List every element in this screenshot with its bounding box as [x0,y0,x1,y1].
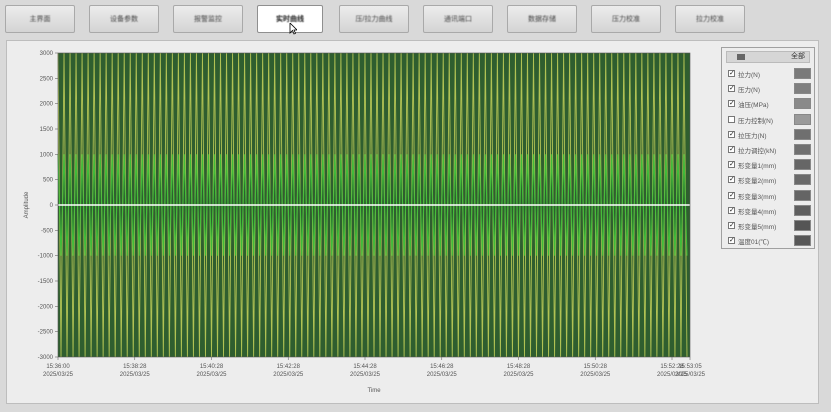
legend-swatch[interactable] [794,189,811,201]
realtime-chart: 3000 2500 2000 1500 1000 500 0 -500 -1000 -1500 -2… [24,51,706,394]
legend-checkbox[interactable]: ✓ [728,146,735,153]
legend-label: 油压(MPa) [738,102,769,110]
legend-swatch[interactable] [794,144,811,155]
x-tick-date: 2025/03/25 [350,372,381,378]
y-tick-label: -500 [41,228,54,234]
legend-label: 温度01(℃) [738,239,770,247]
legend-item[interactable]: ✓ 拉力(N) [726,67,814,81]
x-tick-time: 15:50:28 [584,364,608,370]
legend-swatch[interactable] [794,220,811,231]
legend-swatch[interactable] [794,98,811,110]
y-axis-label: Amplitude [24,191,30,218]
legend-item[interactable]: ✓ 油压(MPa) [726,97,814,111]
legend-checkbox[interactable]: ✓ [728,161,735,169]
y-tick-label: 500 [43,178,54,184]
y-tick-label: 1500 [40,127,54,133]
x-tick-date: 2025/03/25 [120,372,151,378]
legend-swatch[interactable] [794,174,811,186]
legend-label: 形变量3(mm) [738,193,777,201]
legend-item[interactable]: ✓ 形变量5(mm) [726,219,814,233]
legend-label: 形变量1(mm) [738,163,777,171]
legend-label: 拉力调控(kN) [738,148,777,155]
legend-swatch[interactable] [794,68,811,79]
legend-label: 压力(N) [738,87,761,95]
x-tick-time: 15:36:00 [46,364,70,370]
x-tick-date: 2025/03/25 [503,372,534,378]
legend-checkbox[interactable]: ✓ [728,85,735,93]
x-axis-label: Time [367,388,381,394]
x-tick-time: 15:40:28 [200,364,224,370]
y-tick-label: 2000 [40,102,54,108]
y-tick-label: -2000 [38,304,54,310]
legend-swatch[interactable] [794,113,811,125]
legend-swatch[interactable] [794,83,811,95]
legend-label: 形变量2(mm) [738,178,777,186]
legend-checkbox[interactable]: ✓ [728,191,735,199]
legend-item[interactable]: 压力控制(N) [726,113,814,127]
y-tick-label: 1000 [40,152,54,158]
x-tick-time: 15:38:28 [123,364,147,370]
legend-swatch[interactable] [794,159,811,171]
legend-label: 形变量4(mm) [738,208,777,216]
y-tick-label: 0 [50,203,54,209]
x-tick-time: 15:53:05 [678,364,702,370]
legend-header-label: 全部 [791,53,805,60]
x-tick-time: 15:48:28 [507,364,531,370]
legend-item[interactable]: ✓ 形变量2(mm) [726,173,814,187]
x-tick-date: 2025/03/25 [427,372,458,378]
x-tick-date: 2025/03/25 [196,372,227,378]
legend-swatch[interactable] [794,128,811,140]
x-tick-time: 15:46:28 [430,364,454,370]
legend-swatch[interactable] [794,235,811,247]
legend-checkbox[interactable]: ✓ [728,206,735,214]
x-tick-time: 15:42:28 [277,364,301,370]
legend-item[interactable]: ✓ 形变量4(mm) [726,204,814,218]
y-tick-label: -3000 [38,355,54,361]
legend-checkbox[interactable]: ✓ [728,70,735,77]
x-tick-time: 15:44:28 [353,364,377,370]
legend-checkbox[interactable]: ✓ [728,176,735,184]
legend-item[interactable]: ✓ 拉压力(N) [726,128,814,142]
legend-header-swatch [737,54,745,60]
y-tick-label: 3000 [40,51,54,57]
legend-checkbox[interactable]: ✓ [728,100,735,108]
legend-checkbox[interactable]: ✓ [728,130,735,138]
y-tick-label: -1500 [38,279,54,285]
legend-item[interactable]: ✓ 温度01(℃) [726,234,814,248]
legend-item[interactable]: ✓ 拉力调控(kN) [726,143,814,157]
legend-item[interactable]: ✓ 压力(N) [726,82,814,96]
legend-checkbox[interactable]: ✓ [728,237,735,245]
legend-swatch[interactable] [794,204,811,216]
legend-item[interactable]: ✓ 形变量1(mm) [726,158,814,172]
legend-item[interactable]: ✓ 形变量3(mm) [726,189,814,203]
y-tick-label: 2500 [40,76,54,82]
legend-checkbox[interactable] [728,115,735,123]
y-tick-label: -1000 [38,254,54,260]
legend-label: 压力控制(N) [738,117,774,125]
x-tick-date: 2025/03/25 [43,372,74,378]
legend-panel: 全部 ✓ 拉力(N) ✓ 压力(N) ✓ 油压(MPa) 压力控制(N) ✓ 拉压力(N) ✓ 拉力… [721,47,815,249]
x-tick-date: 2025/03/25 [580,372,611,378]
legend-label: 拉力(N) [738,72,761,79]
x-tick-date: 2025/03/25 [675,372,706,378]
y-tick-label: -2500 [38,330,54,336]
legend-label: 拉压力(N) [738,132,767,140]
x-tick-date: 2025/03/25 [273,372,304,378]
legend-label: 形变量5(mm) [738,224,777,231]
legend-checkbox[interactable]: ✓ [728,222,735,229]
legend-header[interactable]: 全部 [726,51,810,63]
